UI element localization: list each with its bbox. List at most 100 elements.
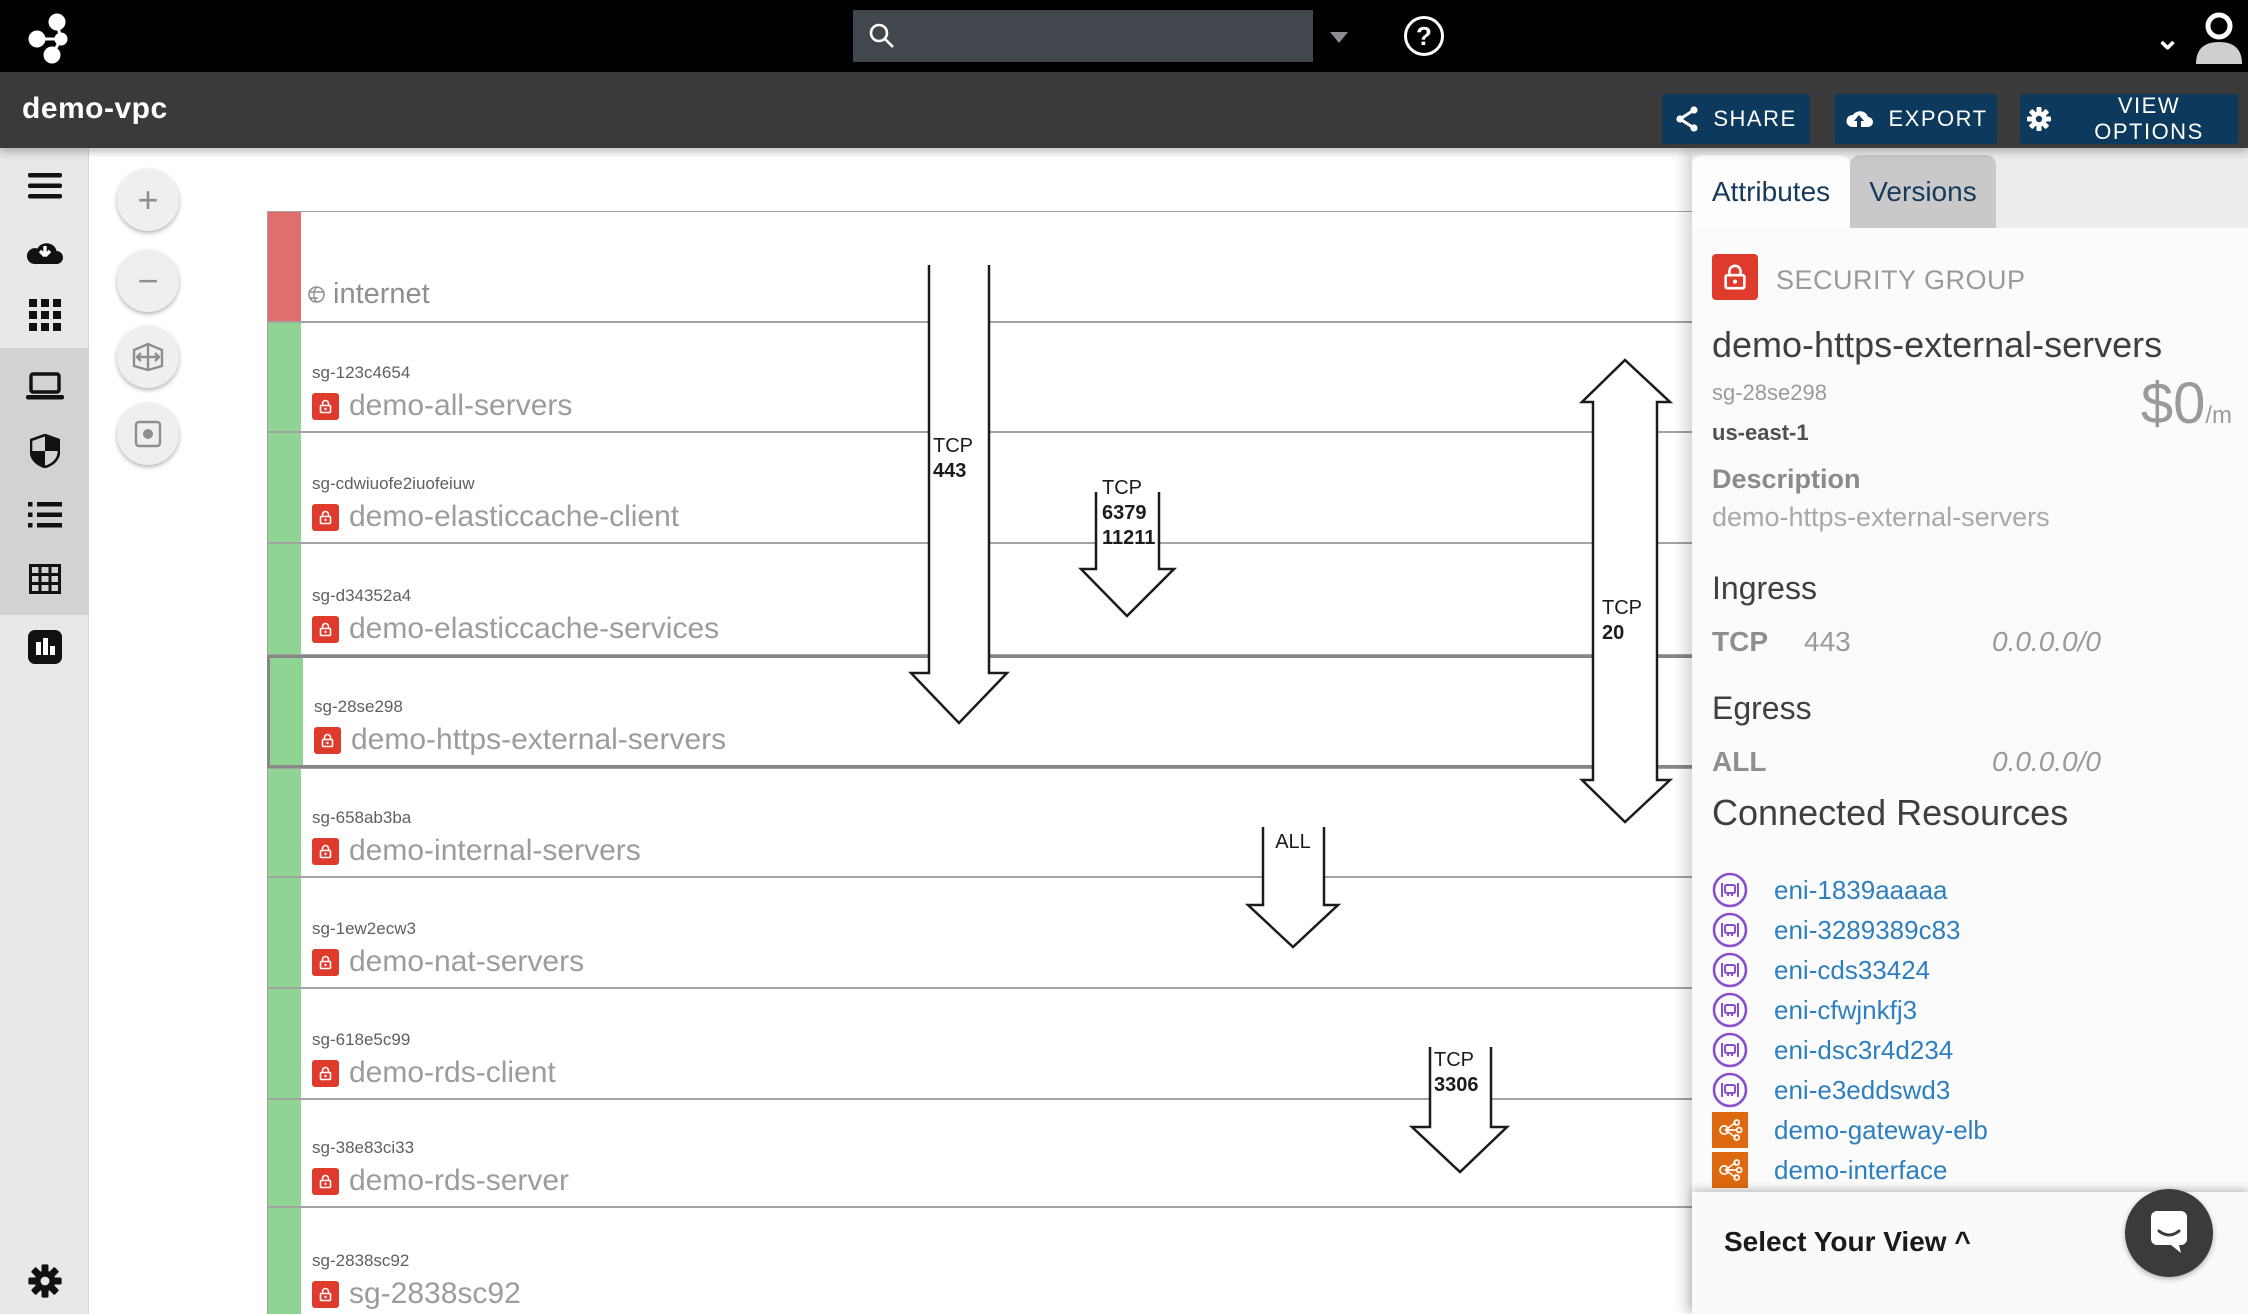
row-sg-id: sg-123c4654 [312,363,410,383]
security-group-lock-icon [312,1168,339,1195]
row-sg-id: sg-38e83ci33 [312,1138,414,1158]
arrow-protocol: TCP [1602,596,1642,621]
resource-link-elb[interactable]: demo-interface [1712,1150,2232,1190]
menu-icon[interactable] [0,155,89,217]
list-icon[interactable] [0,484,89,546]
laptop-icon[interactable] [0,355,89,417]
row-label: demo-all-servers [349,389,572,423]
security-group-lock-icon [312,616,339,643]
arrow-port: 20 [1602,621,1642,646]
resource-link-eni[interactable]: eni-1839aaaaa [1712,870,2232,910]
row-status-bar [268,544,301,654]
tab-attributes[interactable]: Attributes [1692,155,1850,228]
app-window: ? ⌄ demo-vpc SHARE EXPORT [0,0,2248,1314]
chat-bubble-icon [2147,1209,2191,1257]
shield-icon[interactable] [0,420,89,482]
ingress-protocol: TCP [1712,626,1768,658]
search-dropdown-caret-icon[interactable] [1330,32,1348,43]
connection-arrow-tcp-6379-11211[interactable]: TCP 6379 11211 [1081,492,1174,616]
security-group-lock-icon [1712,254,1758,300]
arrow-port: 3306 [1434,1073,1479,1098]
row-status-bar [268,769,301,876]
row-label: demo-nat-servers [349,945,584,979]
resource-link-eni[interactable]: eni-cfwjnkfj3 [1712,990,2232,1030]
help-icon[interactable]: ? [1404,16,1444,56]
arrow-port: 443 [933,459,973,484]
resource-link-label: eni-e3eddswd3 [1774,1075,1950,1106]
globe-icon [308,286,325,303]
resource-title: demo-https-external-servers [1712,324,2162,366]
connection-arrow-tcp-3306[interactable]: TCP 3306 [1412,1047,1507,1172]
zoom-in-button[interactable]: + [117,169,179,231]
row-sg-id: sg-2838sc92 [312,1251,409,1271]
user-avatar-icon[interactable] [2192,12,2246,64]
settings-gear-icon[interactable] [0,1250,89,1312]
security-group-lock-icon [312,504,339,531]
row-demo-nat-servers[interactable]: sg-1ew2ecw3 demo-nat-servers [267,877,1697,988]
security-group-lock-icon [312,838,339,865]
row-label: demo-elasticcache-services [349,612,719,646]
share-button[interactable]: SHARE [1662,94,1810,144]
resource-link-eni[interactable]: eni-cds33424 [1712,950,2232,990]
bar-chart-icon[interactable] [0,616,89,678]
zoom-out-button[interactable]: − [117,250,179,312]
select-view-label[interactable]: Select Your View ^ [1724,1226,1971,1258]
eni-icon [1712,1032,1748,1068]
eni-icon [1712,912,1748,948]
resource-link-label: eni-cfwjnkfj3 [1774,995,1917,1026]
row-demo-internal-servers[interactable]: sg-658ab3ba demo-internal-servers [267,768,1697,877]
resource-type-label: SECURITY GROUP [1776,265,2026,296]
app-logo-icon[interactable] [24,8,80,64]
resource-link-eni[interactable]: eni-e3eddswd3 [1712,1070,2232,1110]
load-balancer-icon [1712,1152,1748,1188]
row-status-bar [268,1208,301,1314]
connection-arrow-tcp-443[interactable]: TCP 443 [911,265,1007,723]
center-view-button[interactable] [117,403,179,465]
eni-icon [1712,992,1748,1028]
connection-arrow-tcp-20-bidirectional[interactable]: TCP 20 [1582,360,1670,822]
attributes-panel: Attributes Versions SECURITY GROUP demo-… [1692,148,2248,1314]
security-group-lock-icon [312,393,339,420]
share-icon [1675,106,1699,132]
row-label: demo-rds-client [349,1056,556,1090]
chat-support-button[interactable] [2125,1189,2213,1277]
row-label: internet [333,278,430,311]
top-bar: ? ⌄ [0,0,2248,72]
resource-link-elb[interactable]: demo-gateway-elb [1712,1110,2232,1150]
table-icon[interactable] [0,548,89,610]
row-status-bar [268,878,301,987]
account-chevron-down-icon[interactable]: ⌄ [2155,22,2180,57]
eni-icon [1712,1072,1748,1108]
resource-region: us-east-1 [1712,420,1809,446]
row-status-bar [268,212,301,321]
tab-versions[interactable]: Versions [1850,155,1996,228]
arrow-protocol: TCP [1102,476,1155,501]
egress-cidr: 0.0.0.0/0 [1992,746,2101,778]
apps-grid-icon[interactable] [0,284,89,346]
resource-link-eni[interactable]: eni-dsc3r4d234 [1712,1030,2232,1070]
resource-link-label: eni-3289389c83 [1774,915,1961,946]
resource-link-eni[interactable]: eni-3289389c83 [1712,910,2232,950]
security-group-lock-icon [312,1281,339,1308]
view-options-button[interactable]: VIEW OPTIONS [2020,94,2238,144]
egress-heading: Egress [1712,690,1812,727]
row-label: demo-rds-server [349,1164,569,1198]
row-sg-id: sg-cdwiuofe2iuofeiuw [312,474,475,494]
load-balancer-icon [1712,1112,1748,1148]
cloud-download-icon[interactable] [0,221,89,283]
fit-width-button[interactable] [117,326,179,388]
panel-tab-bar: Attributes Versions [1692,148,2248,228]
ingress-heading: Ingress [1712,570,1817,607]
arrow-protocol: TCP [933,434,973,459]
row-sg-2838sc92[interactable]: sg-2838sc92 sg-2838sc92 [267,1207,1697,1314]
connection-arrow-all[interactable]: ALL [1248,827,1338,947]
page-title: demo-vpc [22,92,168,126]
export-button[interactable]: EXPORT [1835,94,1997,144]
arrow-port: 6379 [1102,501,1155,526]
resource-link-label: demo-gateway-elb [1774,1115,1988,1146]
row-label: demo-internal-servers [349,834,641,868]
row-status-bar [270,658,303,765]
search-box[interactable] [853,10,1313,62]
cloud-export-icon [1844,107,1874,131]
search-input[interactable] [909,21,1309,51]
